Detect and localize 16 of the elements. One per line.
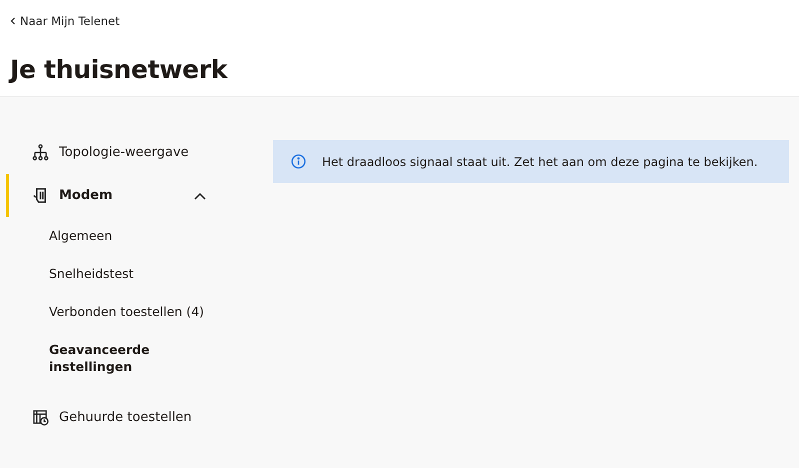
chevron-left-icon[interactable] (10, 17, 16, 25)
submenu-item[interactable]: Verbonden toestellen (4) (49, 303, 219, 320)
sidebar-item[interactable]: Modem (6, 174, 206, 217)
sidebar-item[interactable]: Topologie-weergave (6, 131, 206, 174)
sidebar-item[interactable]: Gehuurde toestellen (6, 396, 206, 439)
caret-icon[interactable] (194, 192, 206, 200)
hierarchy-icon (32, 144, 49, 161)
back-link[interactable]: Naar Mijn Telenet (10, 14, 120, 28)
submenu-item[interactable]: Algemeen (49, 227, 219, 244)
modem-icon (32, 187, 49, 204)
submenu-item[interactable]: Geavanceerde instellingen (49, 341, 219, 375)
submenu-item[interactable]: Snelheidstest (49, 265, 219, 282)
page-title: Je thuisnetwerk (10, 55, 229, 84)
banner-message: Het draadloos signaal staat uit. Zet het aan om deze pagina te bekijken. (322, 154, 758, 168)
info-icon (291, 154, 306, 169)
calendar-clock-icon (32, 409, 49, 426)
